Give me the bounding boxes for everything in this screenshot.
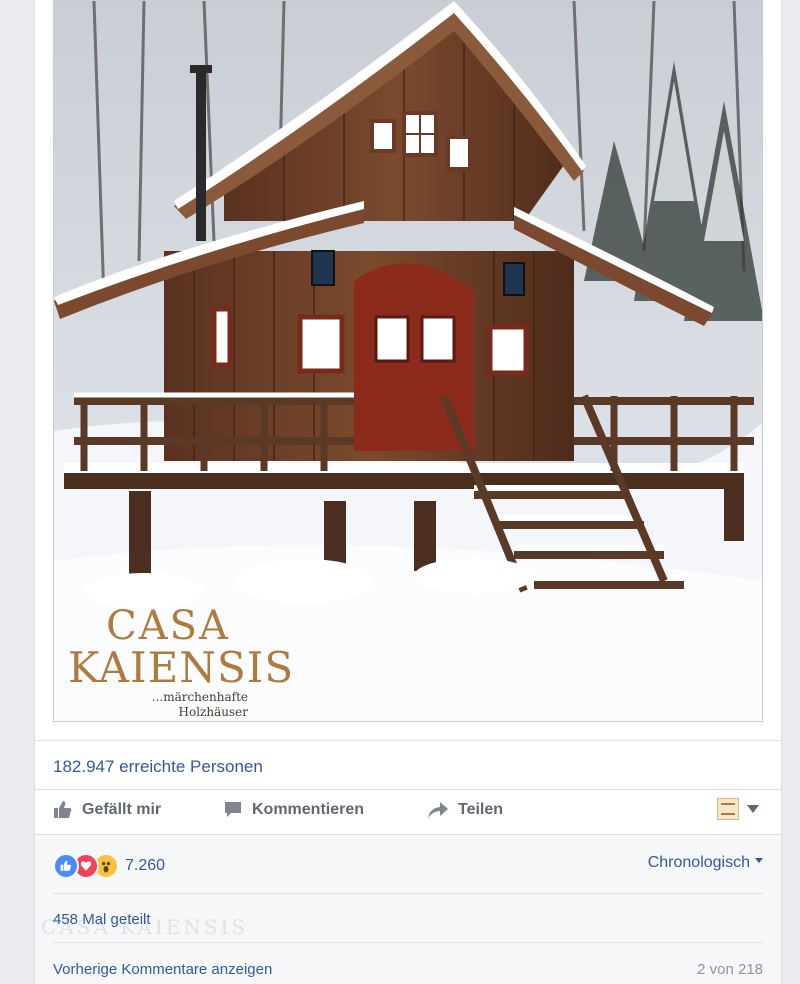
logo-tagline1: ...märchenhafte <box>151 690 248 704</box>
speech-bubble-icon <box>225 802 241 817</box>
share-count-link[interactable]: 458 Mal geteilt <box>53 911 151 928</box>
post-card: CASA KAIENSIS ...märchenhafte Holzhäuser… <box>34 0 782 984</box>
reaction-summary[interactable]: 7.260 <box>53 853 165 879</box>
caret-down-icon <box>755 857 763 863</box>
page-avatar <box>717 798 739 820</box>
share-arrow-icon <box>428 802 448 818</box>
comment-sort-dropdown[interactable]: Chronologisch <box>648 854 763 872</box>
post-as-selector[interactable] <box>717 798 759 820</box>
feedback-section: 7.260 Chronologisch CASA KAIENSIS 458 Ma… <box>35 835 781 984</box>
share-label: Teilen <box>458 801 504 818</box>
like-label: Gefällt mir <box>82 801 162 818</box>
logo-line1: CASA <box>106 603 230 649</box>
divider <box>35 740 781 741</box>
divider <box>53 942 763 943</box>
post-photo[interactable]: CASA KAIENSIS ...märchenhafte Holzhäuser <box>53 0 763 722</box>
like-button[interactable]: Gefällt mir <box>53 800 161 820</box>
comment-pager: 2 von 218 <box>697 961 763 978</box>
previous-comments-link[interactable]: Vorherige Kommentare anzeigen <box>53 961 272 978</box>
logo-tagline2: Holzhäuser <box>178 705 248 719</box>
reach-stat[interactable]: 182.947 erreichte Personen <box>53 757 263 777</box>
reaction-count[interactable]: 7.260 <box>125 857 165 875</box>
share-button[interactable]: Teilen <box>427 800 503 820</box>
action-bar: Gefällt mir Kommentieren Teilen <box>35 790 781 834</box>
logo-line2: KAIENSIS <box>68 643 295 692</box>
brand-logo: CASA KAIENSIS ...märchenhafte Holzhäuser <box>68 603 295 720</box>
chevron-down-icon <box>747 805 759 813</box>
sort-label: Chronologisch <box>647 854 750 871</box>
divider <box>53 893 763 894</box>
comment-label: Kommentieren <box>252 801 365 818</box>
like-reaction-icon <box>53 853 79 879</box>
comment-button[interactable]: Kommentieren <box>223 800 364 820</box>
thumbs-up-icon <box>54 801 72 818</box>
